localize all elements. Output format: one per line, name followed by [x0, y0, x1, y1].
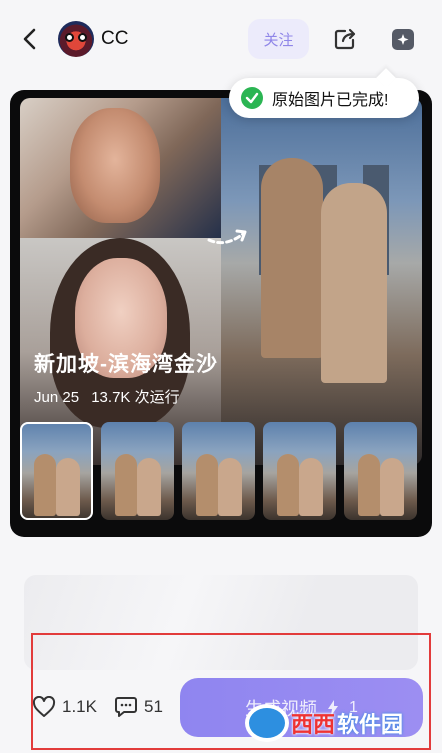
watermark-text-white: 软件园 — [337, 712, 404, 737]
site-watermark: 西西 软件园 — [245, 700, 435, 746]
share-icon[interactable] — [332, 26, 358, 52]
header-bar: CC 关注 — [0, 0, 442, 80]
magic-sparkle-icon[interactable] — [390, 26, 416, 52]
like-button[interactable]: 1.1K — [32, 696, 97, 718]
watermark-text-red: 西西 — [291, 712, 336, 737]
toast-message: 原始图片已完成! — [272, 92, 389, 109]
thumbnail-item[interactable] — [263, 422, 336, 520]
watermark-logo-icon — [245, 704, 289, 742]
comment-button[interactable]: 51 — [114, 696, 163, 718]
generated-couple-image — [221, 98, 422, 465]
thumbnail-strip — [20, 422, 432, 522]
source-face-man-image — [20, 98, 221, 238]
back-arrow-icon[interactable] — [18, 26, 44, 52]
thumbnail-item[interactable] — [344, 422, 417, 520]
result-preview-image[interactable] — [20, 98, 422, 465]
username[interactable]: CC — [101, 28, 128, 50]
template-title: 新加坡-滨海湾金沙 — [34, 353, 218, 376]
heart-icon — [32, 696, 56, 717]
template-date: Jun 25 — [34, 389, 80, 406]
template-meta: Jun 25 13.7K 次运行 — [34, 386, 188, 407]
thumbnail-item[interactable] — [20, 422, 93, 520]
transform-arrow-icon — [207, 229, 247, 245]
comment-icon — [115, 697, 137, 717]
loading-placeholder — [24, 575, 418, 670]
template-card[interactable]: 新加坡-滨海湾金沙 Jun 25 13.7K 次运行 — [10, 90, 432, 537]
follow-button[interactable]: 关注 — [248, 19, 309, 59]
thumbnail-item[interactable] — [101, 422, 174, 520]
comment-count: 51 — [144, 697, 163, 716]
like-count: 1.1K — [62, 697, 97, 716]
check-circle-icon — [241, 87, 263, 109]
avatar[interactable] — [58, 21, 94, 57]
template-run-count: 13.7K 次运行 — [91, 389, 180, 406]
thumbnail-item[interactable] — [182, 422, 255, 520]
completion-toast: 原始图片已完成! — [229, 78, 419, 118]
